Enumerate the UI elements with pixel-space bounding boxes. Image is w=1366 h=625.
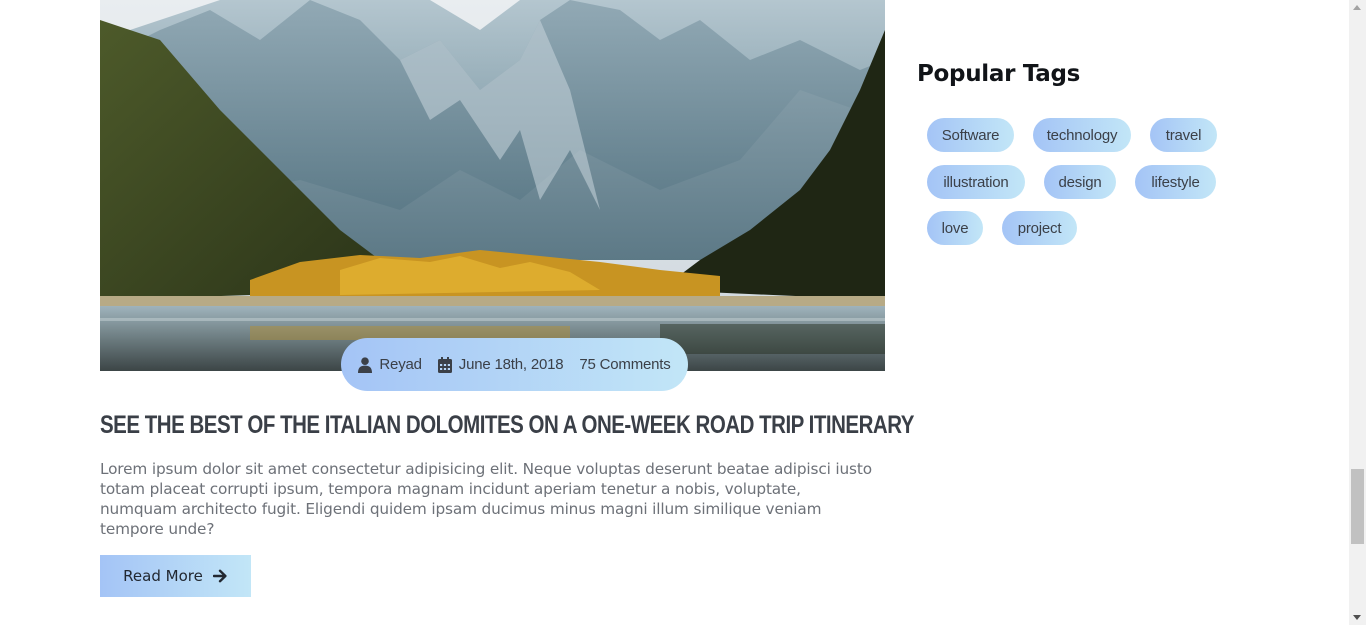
post-author-name: Reyad [379, 356, 422, 373]
tag-design[interactable]: design [1044, 165, 1116, 199]
mountain-lake-illustration [100, 0, 885, 371]
scroll-up-arrow-icon[interactable] [1353, 5, 1361, 10]
user-icon [358, 356, 373, 373]
post-title[interactable]: See the best of the Italian Dolomites on… [100, 409, 914, 441]
tag-project[interactable]: project [1002, 211, 1077, 245]
calendar-icon [437, 356, 452, 373]
tag-software[interactable]: Software [927, 118, 1014, 152]
tag-travel[interactable]: travel [1150, 118, 1217, 152]
read-more-label: Read More [123, 567, 203, 585]
post-meta-bar: Reyad June 18th, 2018 75 Comments [341, 338, 688, 391]
popular-tags-heading: Popular Tags [917, 61, 1081, 87]
post-excerpt: Lorem ipsum dolor sit amet consectetur a… [100, 460, 872, 538]
post-author[interactable]: Reyad [358, 356, 422, 373]
vertical-scrollbar[interactable] [1349, 0, 1366, 625]
post-date: June 18th, 2018 [437, 356, 564, 373]
post-featured-image [100, 0, 885, 371]
scroll-down-arrow-icon[interactable] [1353, 615, 1361, 620]
tag-lifestyle[interactable]: lifestyle [1135, 165, 1216, 199]
post-date-text: June 18th, 2018 [458, 356, 564, 373]
post-comments-text: 75 Comments [579, 356, 671, 373]
scrollbar-thumb[interactable] [1351, 469, 1364, 544]
tag-love[interactable]: love [927, 211, 983, 245]
tag-technology[interactable]: technology [1033, 118, 1131, 152]
arrow-right-icon [212, 569, 227, 583]
read-more-button[interactable]: Read More [100, 555, 251, 597]
tag-illustration[interactable]: illustration [927, 165, 1025, 199]
post-comments-link[interactable]: 75 Comments [579, 356, 670, 373]
